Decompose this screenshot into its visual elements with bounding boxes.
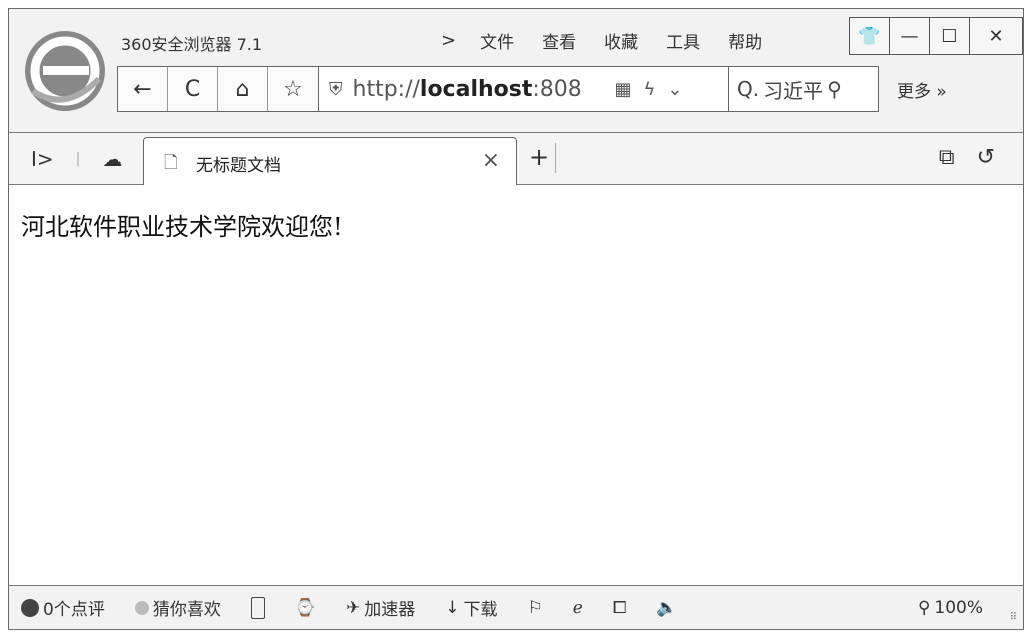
refresh-button[interactable]: C	[168, 67, 218, 111]
nav-button-group: ← C ⌂ ☆	[117, 66, 319, 112]
menu-item-view[interactable]: 查看	[528, 28, 590, 53]
rocket-icon: ✈	[346, 597, 361, 618]
zoom-level: 100%	[934, 597, 983, 618]
mobile-button[interactable]	[250, 596, 265, 619]
download-label: 下载	[463, 600, 498, 620]
search-input[interactable]: Q. 习近平 ⚲	[729, 66, 879, 112]
tab-bar-right-icons: ⧉ ↺	[939, 145, 995, 170]
sidebar-toggle-icon[interactable]: I>	[31, 147, 54, 171]
address-dropdown-icon[interactable]: ⌄	[667, 79, 682, 100]
tab-bar: I> | ☁ 🗋 无标题文档 × + ⧉ ↺	[9, 133, 1023, 186]
window-mode-button[interactable]: ⧠	[613, 598, 627, 618]
menu-item-file[interactable]: 文件	[466, 28, 528, 53]
tab-title: 无标题文档	[196, 156, 281, 176]
guess-dot-icon	[134, 600, 149, 615]
menu-item-favorites[interactable]: 收藏	[590, 28, 652, 53]
apple-icon	[21, 598, 39, 617]
menu-expand-icon[interactable]: >	[441, 30, 456, 51]
zoom-control[interactable]: ⚲ 100%	[918, 598, 983, 618]
guess-label: 猜你喜欢	[152, 600, 221, 620]
tab-divider	[555, 143, 556, 173]
menu-bar: > 文件 查看 收藏 工具 帮助	[441, 25, 776, 55]
search-engine-icon[interactable]: Q.	[737, 77, 759, 101]
navigation-toolbar: ← C ⌂ ☆ ⛨ http://localhost:808 ▦ ϟ ⌄ Q. …	[117, 65, 947, 113]
guess-you-like-item[interactable]: 猜你喜欢	[134, 595, 221, 620]
url-port: :808	[532, 76, 582, 102]
status-bar: 0个点评 猜你喜欢 ⌚ ✈ 加速器 ↓ 下载 ⚐ ℯ ⧠ 🔈 ⚲ 100% ⠿	[9, 585, 1023, 629]
document-icon: 🗋	[164, 153, 178, 173]
reviews-item[interactable]: 0个点评	[21, 595, 105, 620]
reviews-label: 0个点评	[43, 600, 105, 620]
clock-icon: ⌚	[294, 597, 316, 618]
search-text: 习近平	[763, 78, 824, 103]
title-bar: 360安全浏览器 7.1 > 文件 查看 收藏 工具 帮助 👕 — ☐ ✕ ← …	[9, 9, 1023, 133]
cloud-icon[interactable]: ☁	[102, 147, 122, 171]
page-content: 河北软件职业技术学院欢迎您!	[9, 185, 1023, 585]
more-button[interactable]: 更多 »	[897, 77, 947, 102]
resize-grip-icon[interactable]: ⠿	[1010, 612, 1017, 623]
security-shield-icon: ⛨	[329, 78, 343, 100]
url-text[interactable]: http://localhost:808	[353, 77, 603, 102]
sound-button[interactable]: 🔈	[656, 598, 677, 618]
close-button[interactable]: ✕	[969, 17, 1023, 55]
ie-icon: ℯ	[572, 597, 583, 618]
zoom-icon: ⚲	[917, 597, 931, 618]
menu-item-help[interactable]: 帮助	[714, 28, 776, 53]
qr-code-icon[interactable]: ▦	[615, 79, 632, 100]
window-icon: ⧠	[612, 597, 627, 618]
accelerator-button[interactable]: ✈ 加速器	[346, 595, 416, 621]
favorite-button[interactable]: ☆	[268, 67, 318, 111]
download-button[interactable]: ↓ 下载	[445, 595, 498, 621]
restore-tabs-icon[interactable]: ⧉	[939, 145, 955, 170]
tab-bar-left-icons: I> | ☁	[31, 147, 122, 171]
browser-logo-icon	[25, 31, 105, 111]
window-controls: 👕 — ☐ ✕	[849, 17, 1023, 55]
new-tab-button[interactable]: +	[529, 143, 549, 171]
maximize-button[interactable]: ☐	[929, 17, 969, 55]
menu-item-tools[interactable]: 工具	[652, 28, 714, 53]
search-icon[interactable]: ⚲	[827, 77, 842, 101]
app-title: 360安全浏览器 7.1	[121, 35, 263, 54]
lightning-icon[interactable]: ϟ	[644, 79, 656, 100]
url-prefix: http://	[352, 76, 420, 102]
url-host: localhost	[419, 76, 533, 102]
speaker-icon: 🔈	[656, 597, 678, 618]
minimize-button[interactable]: —	[889, 17, 929, 55]
back-button[interactable]: ←	[118, 67, 168, 111]
tab-separator: |	[75, 151, 81, 167]
undo-close-icon[interactable]: ↺	[977, 145, 995, 170]
tab-close-icon[interactable]: ×	[482, 148, 500, 173]
flag-button[interactable]: ⚐	[528, 598, 543, 618]
clock-button[interactable]: ⌚	[295, 598, 316, 618]
ie-mode-button[interactable]: ℯ	[573, 598, 583, 618]
phone-icon	[250, 596, 265, 619]
accelerator-label: 加速器	[364, 600, 416, 620]
welcome-text: 河北软件职业技术学院欢迎您!	[21, 213, 343, 241]
browser-window: 360安全浏览器 7.1 > 文件 查看 收藏 工具 帮助 👕 — ☐ ✕ ← …	[8, 8, 1024, 630]
tab-active[interactable]: 🗋 无标题文档 ×	[143, 137, 517, 186]
flag-icon: ⚐	[527, 597, 543, 618]
skin-button[interactable]: 👕	[849, 17, 889, 55]
address-bar[interactable]: ⛨ http://localhost:808 ▦ ϟ ⌄	[319, 66, 729, 112]
home-button[interactable]: ⌂	[218, 67, 268, 111]
download-arrow-icon: ↓	[445, 597, 460, 618]
